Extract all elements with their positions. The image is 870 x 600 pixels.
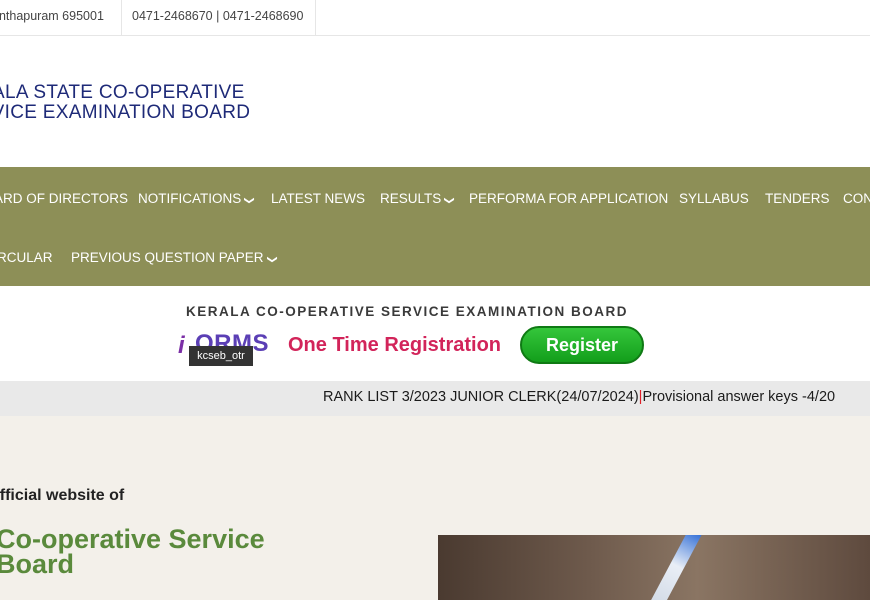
site-brand[interactable]: RALA STATE CO-OPERATIVE RVICE EXAMINATIO…: [0, 83, 250, 123]
address-text: anthapuram 695001: [0, 9, 104, 23]
nav-item-contact[interactable]: CON: [843, 191, 870, 206]
nav-item-syllabus[interactable]: SYLLABUS: [679, 191, 749, 206]
nav-item-results[interactable]: RESULTS ❯: [380, 191, 455, 206]
hero-subtitle: official website of: [0, 487, 125, 504]
news-ticker: RANK LIST 3/2023 JUNIOR CLERK(24/07/2024…: [0, 381, 870, 416]
nav-item-notifications[interactable]: NOTIFICATIONS ❯: [138, 191, 255, 206]
phone-cell: 0471-2468670 | 0471-2468690: [122, 0, 316, 35]
nav-item-previous-question-paper[interactable]: PREVIOUS QUESTION PAPER ❯: [71, 250, 278, 265]
brand-line-2: RVICE EXAMINATION BOARD: [0, 102, 251, 123]
chevron-down-icon: ❯: [266, 255, 278, 264]
ticker-item-rank-list[interactable]: RANK LIST 3/2023 JUNIOR CLERK(24/07/2024…: [323, 389, 639, 405]
hero-heading: Co-operative Service Board: [0, 526, 265, 579]
one-time-registration-text: One Time Registration: [288, 334, 502, 356]
nav-item-tenders[interactable]: TENDERS: [765, 191, 830, 206]
hero-photo: [438, 535, 870, 600]
top-contact-bar: anthapuram 695001 0471-2468670 | 0471-24…: [0, 0, 870, 36]
image-tooltip: kcseb_otr: [189, 346, 253, 366]
chevron-down-icon: ❯: [443, 196, 455, 205]
pen-graphic: [647, 535, 703, 600]
banner-title: KERALA CO-OPERATIVE SERVICE EXAMINATION …: [186, 304, 629, 319]
hero-heading-line-2: Board: [0, 549, 75, 579]
main-navigation: [0, 167, 870, 286]
brand-line-1: RALA STATE CO-OPERATIVE: [0, 82, 245, 103]
ticker-item-answer-keys[interactable]: Provisional answer keys -4/20: [642, 389, 835, 405]
ticker-items: RANK LIST 3/2023 JUNIOR CLERK(24/07/2024…: [323, 383, 835, 411]
nav-item-latest-news[interactable]: LATEST NEWS: [271, 191, 365, 206]
orms-logo-i: i: [178, 332, 185, 359]
nav-item-board-of-directors[interactable]: ARD OF DIRECTORS: [0, 191, 128, 206]
phone-text[interactable]: 0471-2468670 | 0471-2468690: [132, 9, 303, 23]
nav-item-circular[interactable]: RCULAR: [0, 250, 53, 265]
address-cell: anthapuram 695001: [0, 0, 122, 35]
register-button[interactable]: Register: [520, 326, 644, 364]
chevron-down-icon: ❯: [243, 196, 255, 205]
nav-item-performa[interactable]: PERFORMA FOR APPLICATION: [469, 191, 668, 206]
